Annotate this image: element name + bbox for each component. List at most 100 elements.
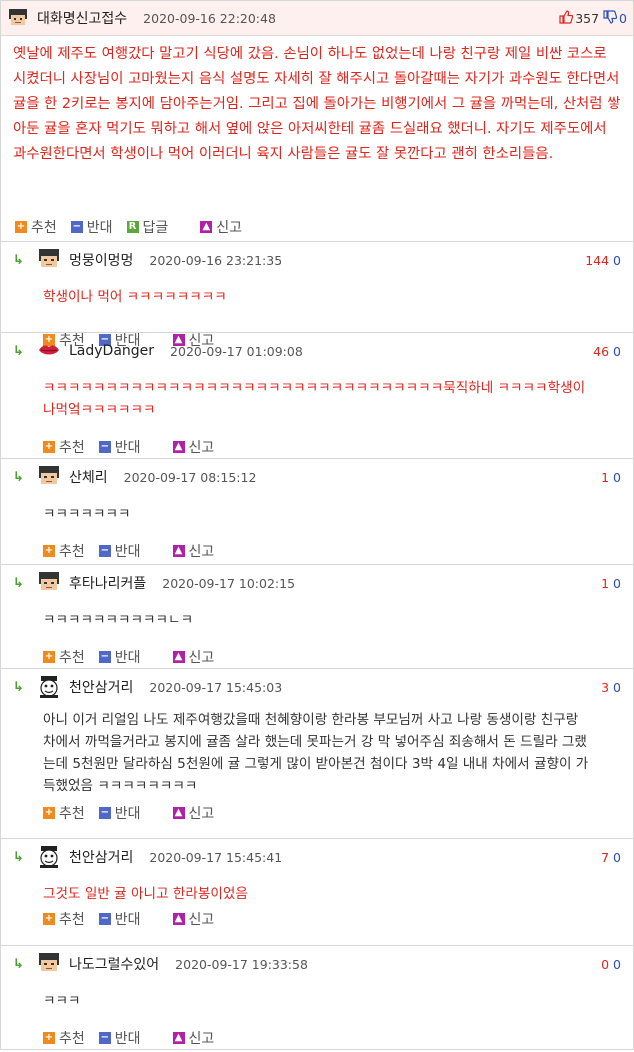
comment-author[interactable]: 천안삼거리 bbox=[69, 677, 133, 697]
oppose-button[interactable]: − 반대 bbox=[98, 803, 141, 823]
reply-arrow-icon: ↳ bbox=[13, 469, 24, 485]
recommend-button[interactable]: + 추천 bbox=[43, 647, 85, 667]
comment-votes: 0 0 bbox=[601, 957, 621, 972]
recommend-button[interactable]: + 추천 bbox=[15, 217, 57, 237]
report-button[interactable]: ▲ 신고 bbox=[172, 803, 214, 823]
comment-author[interactable]: 멍뭉이멍멍 bbox=[69, 250, 133, 270]
siren-icon: ▲ bbox=[172, 913, 185, 925]
oppose-button[interactable]: − 반대 bbox=[98, 647, 141, 667]
post-timestamp: 2020-09-16 22:20:48 bbox=[143, 10, 276, 26]
siren-icon: ▲ bbox=[172, 545, 185, 557]
report-button[interactable]: ▲ 신고 bbox=[172, 909, 214, 929]
minus-icon: − bbox=[98, 913, 111, 925]
post-body: 옛날에 제주도 여행갔다 말고기 식당에 갔음. 손님이 하나도 없었는데 나랑… bbox=[13, 46, 621, 162]
plus-icon: + bbox=[43, 545, 55, 557]
reply-arrow-icon: ↳ bbox=[13, 575, 24, 591]
comment-up-count: 1 bbox=[601, 575, 610, 591]
pixel-boy-icon bbox=[37, 571, 61, 595]
minus-icon: − bbox=[98, 1032, 111, 1044]
red-lips-icon bbox=[37, 339, 61, 363]
comment-author[interactable]: LadyDanger bbox=[69, 343, 154, 359]
comment-actions: + 추천 − 반대 ▲ 신고 bbox=[1, 905, 633, 933]
report-button[interactable]: ▲ 신고 bbox=[172, 541, 214, 561]
comment-header: ↳ 천안삼거리 2020-09-17 15:45:03 3 0 bbox=[1, 669, 633, 705]
comment-down-count: 0 bbox=[613, 849, 621, 865]
comment: ↳ 후타나리커플 2020-09-17 10:02:15 1 0 ㅋㅋㅋㅋㅋㅋㅋㅋㅋㅋㄴ… bbox=[0, 565, 634, 669]
comment-text: 아니 이거 리얼임 나도 제주여행갔을때 천혜향이랑 한라봉 부모님꺼 사고 나… bbox=[43, 712, 589, 794]
comment-actions: + 추천 − 반대 ▲ 신고 bbox=[1, 1024, 633, 1052]
pixel-boy-icon bbox=[37, 248, 61, 272]
plus-icon: + bbox=[43, 1032, 55, 1044]
plus-icon: + bbox=[43, 651, 55, 663]
report-button[interactable]: ▲ 신고 bbox=[172, 647, 214, 667]
minus-icon: − bbox=[98, 807, 111, 819]
recommend-button[interactable]: + 추천 bbox=[43, 1028, 85, 1048]
post-author[interactable]: 대화명신고접수 bbox=[37, 8, 127, 28]
comment-timestamp: 2020-09-17 15:45:03 bbox=[149, 679, 283, 695]
recommend-button[interactable]: + 추천 bbox=[43, 909, 85, 929]
comment-actions: + 추천 − 반대 ▲ 신고 bbox=[1, 537, 633, 565]
comment-header: ↳ 산체리 2020-09-17 08:15:12 1 0 bbox=[1, 459, 633, 495]
comment: ↳ LadyDanger 2020-09-17 01:09:08 46 0 ㅋㅋㅋㅋㅋㅋ… bbox=[0, 333, 634, 459]
comment-author[interactable]: 산체리 bbox=[69, 467, 108, 487]
comment-votes: 1 0 bbox=[601, 576, 621, 591]
comment: ↳ 산체리 2020-09-17 08:15:12 1 0 ㅋㅋㅋㅋㅋㅋㅋ + 추천 − 반대 ▲… bbox=[0, 459, 634, 565]
recommend-button[interactable]: + 추천 bbox=[43, 803, 85, 823]
comment-text: ㅋㅋㅋㅋㅋㅋㅋㅋㅋㅋㄴㅋ bbox=[43, 612, 194, 628]
comment-votes: 144 0 bbox=[585, 253, 621, 268]
comment-up-count: 1 bbox=[601, 469, 610, 485]
oppose-button[interactable]: − 반대 bbox=[70, 217, 113, 237]
comment-up-count: 0 bbox=[601, 956, 610, 972]
comment: ↳ 멍뭉이멍멍 2020-09-16 23:21:35 144 0 학생이나 먹어 ㅋㅋ… bbox=[0, 242, 634, 349]
comment-header: ↳ LadyDanger 2020-09-17 01:09:08 46 0 bbox=[1, 333, 633, 369]
reply-button[interactable]: R 답글 bbox=[126, 217, 168, 237]
reply-arrow-icon: ↳ bbox=[13, 343, 24, 359]
report-button[interactable]: ▲ 신고 bbox=[172, 437, 214, 457]
plus-icon: + bbox=[15, 221, 27, 233]
report-button[interactable]: ▲ 신고 bbox=[200, 217, 242, 237]
comment-author[interactable]: 후타나리커플 bbox=[69, 573, 146, 593]
plus-icon: + bbox=[43, 441, 55, 453]
oppose-button[interactable]: − 반대 bbox=[98, 909, 141, 929]
comment-up-count: 7 bbox=[601, 849, 610, 865]
cartoon-face-icon bbox=[37, 845, 61, 869]
comment-text: ㅋㅋㅋ bbox=[43, 993, 81, 1009]
post-up-count: 357 bbox=[575, 10, 600, 26]
post-down-count: 0 bbox=[619, 10, 627, 26]
comment-up-count: 3 bbox=[601, 679, 610, 695]
siren-icon: ▲ bbox=[200, 221, 213, 233]
comment: ↳ 천안삼거리 2020-09-17 15:45:41 7 0 그것도 일반 귤 아니고… bbox=[0, 839, 634, 946]
pixel-boy-icon bbox=[7, 7, 29, 29]
comment-text: 학생이나 먹어 ㅋㅋㅋㅋㅋㅋㅋㅋ bbox=[43, 289, 227, 305]
comment-author[interactable]: 천안삼거리 bbox=[69, 847, 133, 867]
comment-text: ㅋㅋㅋㅋㅋㅋㅋ bbox=[43, 506, 131, 522]
comment-timestamp: 2020-09-17 01:09:08 bbox=[170, 343, 303, 359]
plus-icon: + bbox=[43, 913, 55, 925]
comment-header: ↳ 후타나리커플 2020-09-17 10:02:15 1 0 bbox=[1, 565, 633, 601]
pixel-boy-icon bbox=[37, 465, 61, 489]
thumbs-down-icon[interactable] bbox=[603, 9, 618, 27]
recommend-button[interactable]: + 추천 bbox=[43, 437, 85, 457]
comment-timestamp: 2020-09-16 23:21:35 bbox=[149, 252, 283, 268]
thumbs-up-icon[interactable] bbox=[559, 9, 574, 27]
siren-icon: ▲ bbox=[172, 807, 185, 819]
comment-actions: + 추천 − 반대 ▲ 신고 bbox=[1, 643, 633, 671]
comment-up-count: 144 bbox=[585, 252, 610, 268]
comment-votes: 7 0 bbox=[601, 850, 621, 865]
reply-arrow-icon: ↳ bbox=[13, 679, 24, 695]
comment: ↳ 나도그럴수있어 2020-09-17 19:33:58 0 0 ㅋㅋㅋ + 추천 − 반대 ▲… bbox=[0, 946, 634, 1050]
oppose-button[interactable]: − 반대 bbox=[98, 541, 141, 561]
post-header: 대화명신고접수 2020-09-16 22:20:48 357 0 bbox=[1, 1, 633, 36]
comment-author[interactable]: 나도그럴수있어 bbox=[69, 954, 159, 974]
minus-icon: − bbox=[98, 441, 111, 453]
pixel-boy-icon bbox=[37, 952, 61, 976]
report-button[interactable]: ▲ 신고 bbox=[172, 1028, 214, 1048]
oppose-button[interactable]: − 반대 bbox=[98, 437, 141, 457]
comment-list: ↳ 멍뭉이멍멍 2020-09-16 23:21:35 144 0 학생이나 먹어 ㅋㅋ… bbox=[0, 242, 634, 1050]
comment-down-count: 0 bbox=[613, 343, 621, 359]
comment-actions: + 추천 − 반대 ▲ 신고 bbox=[1, 799, 633, 827]
comment-header: ↳ 멍뭉이멍멍 2020-09-16 23:21:35 144 0 bbox=[1, 242, 633, 278]
reply-r-icon: R bbox=[126, 221, 139, 233]
recommend-button[interactable]: + 추천 bbox=[43, 541, 85, 561]
oppose-button[interactable]: − 반대 bbox=[98, 1028, 141, 1048]
